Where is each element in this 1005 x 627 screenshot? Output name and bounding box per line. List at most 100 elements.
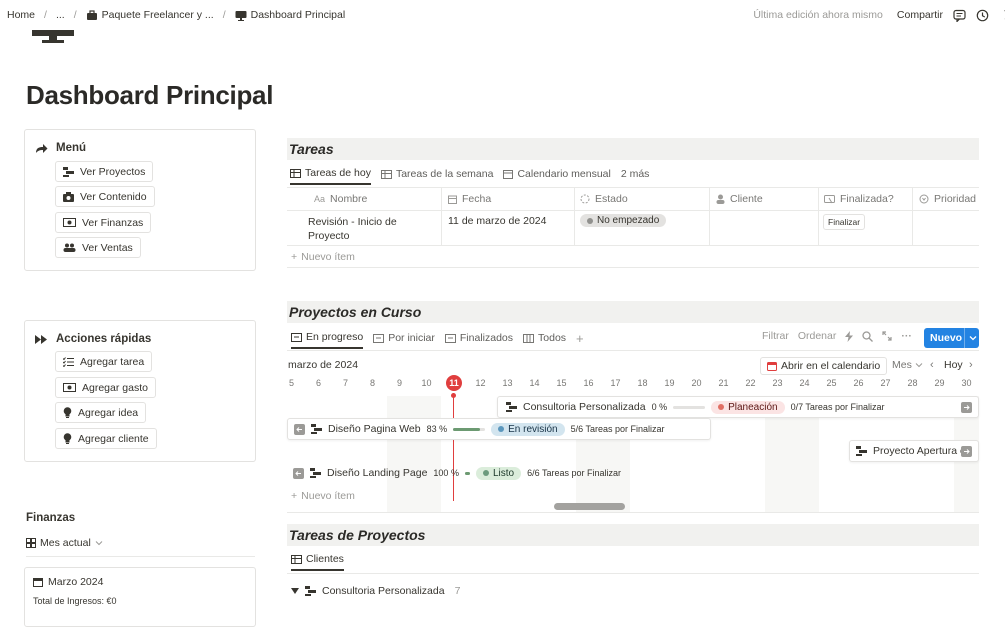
arrow-left-icon[interactable] [294,423,305,435]
new-project-item[interactable]: + Nuevo ítem [291,490,355,502]
project-icon [311,424,322,434]
tab-finalizados[interactable]: Finalizados [444,327,513,349]
col-cliente[interactable]: Cliente [716,193,763,205]
view-projects-button[interactable]: Ver Proyectos [55,161,154,182]
status-dot [482,470,489,476]
arrow-left-icon[interactable] [293,467,304,479]
table-icon [291,554,302,564]
filter-button[interactable]: Filtrar [762,330,789,342]
camera-icon [63,191,74,202]
more-icon[interactable]: ··· [901,330,912,342]
view-finances-button[interactable]: Ver Finanzas [55,212,152,233]
chevron-down-icon [95,540,103,546]
bar-percent: 0 % [651,402,668,412]
add-client-button[interactable]: Agregar cliente [55,428,157,449]
progress-fill [453,427,480,431]
tab-en-progreso[interactable]: En progreso [291,327,364,349]
lightning-icon[interactable] [845,330,854,342]
timeline-icon [373,333,385,343]
timeline-day: 21 [718,378,729,388]
add-idea-button[interactable]: Agregar idea [55,402,147,423]
tab-tareas-semana[interactable]: Tareas de la semana [380,163,494,185]
share-button[interactable]: Compartir [897,9,943,21]
timeline-bar-consultoria[interactable]: Consultoria Personalizada 0 % Planeación… [497,396,979,418]
tab-tareas-hoy-label: Tareas de hoy [305,167,371,179]
timeline-day: 26 [853,378,864,388]
finanzas-view-selector[interactable]: Mes actual [26,537,103,549]
view-content-button[interactable]: Ver Contenido [55,186,155,207]
tab-calendario-mensual[interactable]: Calendario mensual [503,163,611,185]
tareas-proyectos-divider [287,573,979,574]
finanzas-income: Total de Ingresos: €0 [33,596,117,606]
col-finalizada[interactable]: Finalizada? [824,193,894,205]
tab-tareas-hoy[interactable]: Tareas de hoy [290,163,371,185]
breadcrumb-home[interactable]: Home [7,9,35,21]
search-icon[interactable] [862,330,874,342]
timeline-next-icon[interactable]: › [969,359,973,371]
arrow-right-icon[interactable] [961,446,972,457]
timeline-day: 15 [556,378,567,388]
col-fecha[interactable]: Fecha [448,193,491,205]
tab-tareas-semana-label: Tareas de la semana [395,168,494,180]
star-icon[interactable] [999,9,1005,22]
finanzas-month-card[interactable]: Marzo 2024 Total de Ingresos: €0 [24,567,256,627]
col-cliente-label: Cliente [730,193,763,205]
top-bar: Home / ... / Paquete Freelancer y ... / … [0,0,1005,30]
tareas-header: Tareas [287,138,979,160]
tab-por-iniciar[interactable]: Por iniciar [373,327,435,349]
timeline-scale-label: Mes [892,359,912,371]
add-view-icon[interactable]: + [576,331,584,346]
comment-icon[interactable] [953,9,966,22]
timeline-day: 10 [421,378,432,388]
breadcrumb-current[interactable]: Dashboard Principal [251,9,346,21]
tab-todos[interactable]: Todos [523,327,566,349]
expand-icon[interactable] [882,331,892,341]
calendar-icon [33,577,43,587]
col-estado[interactable]: Estado [580,193,628,205]
col-prioridad[interactable]: Prioridad [919,193,976,205]
group-header[interactable]: Consultoria Personalizada 7 [291,585,460,597]
task-name[interactable]: Revisión - Inicio de Proyecto [308,215,397,243]
timeline-day: 25 [826,378,837,388]
project-icon [305,586,316,596]
last-edit-text: Última edición ahora mismo [753,9,883,21]
col-nombre[interactable]: Aa Nombre [314,193,367,205]
timeline-today-button[interactable]: Hoy [944,359,963,371]
project-icon [856,446,867,456]
breadcrumb-ellipsis[interactable]: ... [56,9,65,21]
group-name: Consultoria Personalizada [322,585,445,597]
timeline-scale-selector[interactable]: Mes [892,359,923,371]
status-badge-label: Listo [492,467,515,479]
new-project-button[interactable]: Nuevo [924,328,979,348]
new-task-item[interactable]: + Nuevo ítem [291,251,355,263]
status-badge-label: Planeación [728,401,778,413]
timeline-bar-diseno-web[interactable]: Diseño Pagina Web 83 % En revisión 5/6 T… [287,418,711,440]
tab-more[interactable]: 2 más [621,163,650,185]
triangle-down-icon[interactable] [291,588,299,594]
clock-icon[interactable] [976,9,989,22]
add-expense-button[interactable]: Agregar gasto [55,377,156,398]
status-dot [498,426,505,432]
table-row[interactable]: Revisión - Inicio de Proyecto 11 de marz… [287,211,979,245]
people-icon [63,243,76,252]
open-calendar-button[interactable]: Abrir en el calendario [760,357,888,375]
plus-icon: + [291,251,298,263]
timeline-day: 28 [907,378,918,388]
timeline-bar-apertura[interactable]: Proyecto Apertura e [849,440,979,462]
arrow-right-icon[interactable] [961,402,972,413]
add-task-button[interactable]: Agregar tarea [55,351,153,372]
timeline-day: 30 [961,378,972,388]
view-sales-button[interactable]: Ver Ventas [55,237,141,258]
status-icon [580,194,590,204]
add-expense-label: Agregar gasto [82,381,148,394]
horizontal-scrollbar[interactable] [554,503,625,510]
fast-forward-icon [35,334,48,344]
breadcrumb-package[interactable]: Paquete Freelancer y ... [102,9,214,21]
timeline-day: 16 [583,378,594,388]
timeline-bar-landing[interactable]: Diseño Landing Page 100 % Listo 6/6 Tare… [287,462,627,484]
timeline-day: 13 [502,378,513,388]
finalize-button[interactable]: Finalizar [823,214,866,230]
timeline-prev-icon[interactable]: ‹ [930,359,934,371]
sort-button[interactable]: Ordenar [798,330,837,342]
tab-clientes[interactable]: Clientes [291,549,344,571]
